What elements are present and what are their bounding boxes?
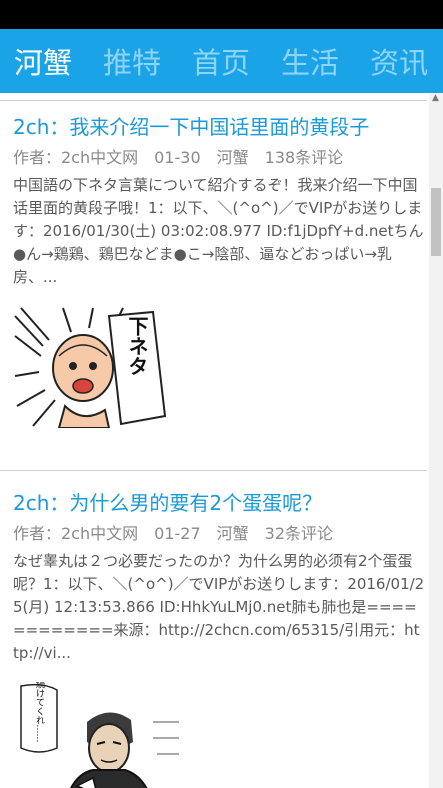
thumbnail-caption: ……続けてくれ……	[34, 682, 45, 743]
divider	[0, 100, 427, 101]
tab-news[interactable]: 资讯	[370, 40, 428, 82]
article-title[interactable]: 2ch：为什么男的要有2个蛋蛋呢？	[13, 489, 425, 517]
article-author: 作者：2ch中文网	[13, 148, 139, 167]
tab-hexie[interactable]: 河蟹	[14, 40, 72, 82]
thumbnail-caption: 下ネタ	[125, 316, 149, 376]
article-list: 2ch：我来介绍一下中国话里面的黄段子 作者：2ch中文网 01-30 河蟹 138条…	[0, 93, 443, 788]
article-comment-count: 138条评论	[264, 148, 344, 167]
article-meta: 作者：2ch中文网 01-27 河蟹 32条评论	[13, 523, 425, 545]
manga-thumbnail-gentleman: ……続けてくれ……	[13, 682, 179, 788]
article-author: 作者：2ch中文网	[13, 524, 139, 543]
article-thumbnail[interactable]: ……続けてくれ……	[13, 682, 179, 788]
article-meta: 作者：2ch中文网 01-30 河蟹 138条评论	[13, 147, 425, 169]
tab-twitter[interactable]: 推特	[103, 40, 161, 82]
article-category: 河蟹	[216, 148, 249, 167]
article-date: 01-30	[154, 148, 201, 167]
scroll-thumb[interactable]	[431, 188, 441, 256]
article-excerpt: なぜ睾丸は２つ必要だったのか？为什么男的必须有2个蛋蛋呢？1：以下、＼(^o^)…	[13, 552, 425, 662]
tab-bar: 河蟹 推特 首页 生活 资讯	[0, 29, 443, 93]
article-comment-count: 32条评论	[264, 524, 334, 543]
scroll-up-icon[interactable]: ▲	[432, 93, 439, 103]
article-category: 河蟹	[216, 524, 249, 543]
article-date: 01-27	[154, 524, 201, 543]
article-excerpt: 中国語の下ネタ言葉について紹介するぞ！我来介绍一下中国话里面的黄段子哦！1：以下…	[13, 176, 424, 286]
manga-thumbnail-shimoneta: 下ネタ	[13, 306, 179, 428]
tab-life[interactable]: 生活	[281, 40, 339, 82]
scrollbar[interactable]: ▲	[429, 93, 443, 788]
tab-home[interactable]: 首页	[192, 40, 250, 82]
article-item[interactable]: 2ch：我来介绍一下中国话里面的黄段子 作者：2ch中文网 01-30 河蟹 138条…	[13, 113, 425, 428]
article-title[interactable]: 2ch：我来介绍一下中国话里面的黄段子	[13, 113, 425, 141]
article-item[interactable]: 2ch：为什么男的要有2个蛋蛋呢？ 作者：2ch中文网 01-27 河蟹 32条评论 …	[13, 489, 425, 788]
article-thumbnail[interactable]: 下ネタ	[13, 306, 179, 428]
divider	[0, 470, 427, 471]
status-bar	[0, 0, 443, 29]
